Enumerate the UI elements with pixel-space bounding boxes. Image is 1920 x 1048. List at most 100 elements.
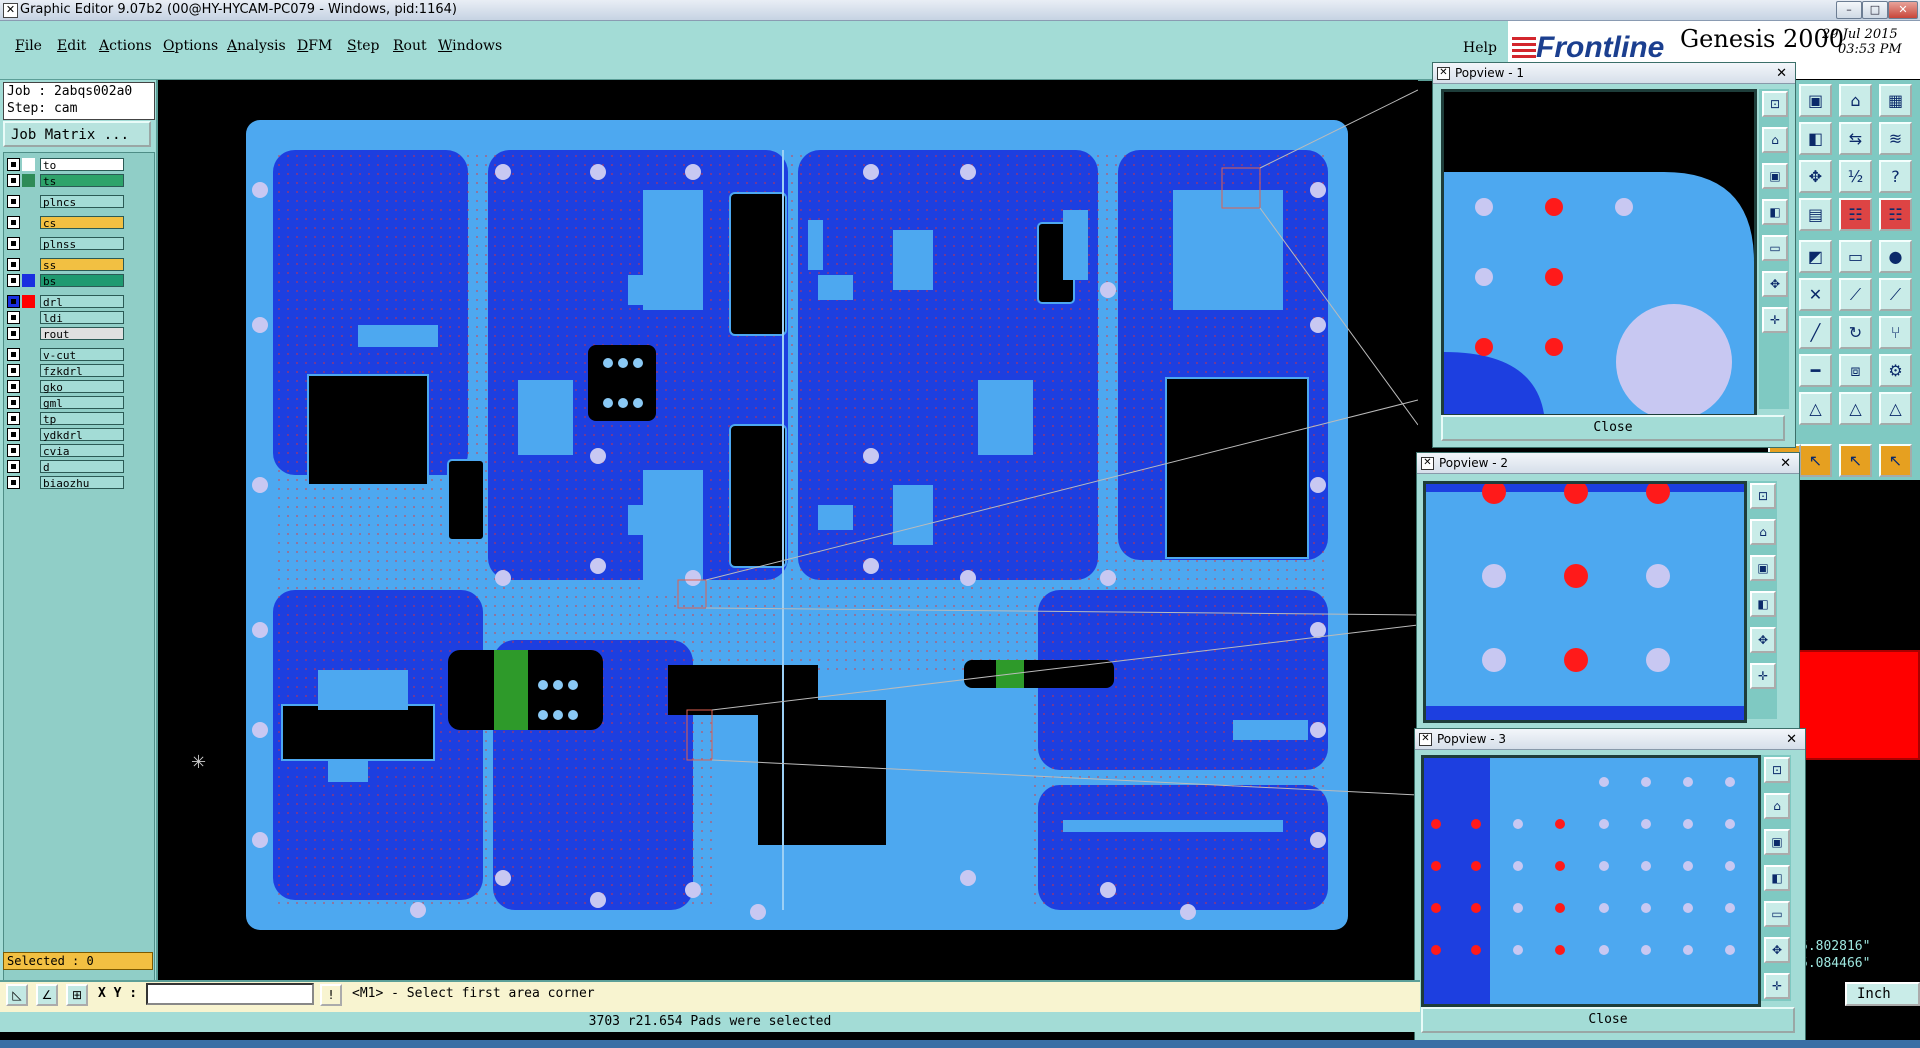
- layer-name[interactable]: fzkdrl: [40, 364, 124, 378]
- layer-name[interactable]: ydkdrl: [40, 428, 124, 442]
- popview-3-close-icon[interactable]: ✕: [1786, 730, 1797, 750]
- pointer-select-icon[interactable]: ↖: [1839, 444, 1872, 477]
- pan-icon[interactable]: ✥: [1799, 160, 1832, 193]
- layer-row[interactable]: d: [7, 460, 124, 474]
- layer-checkbox[interactable]: [7, 348, 20, 361]
- menu-step[interactable]: Step: [347, 38, 379, 54]
- layer-checkbox[interactable]: [7, 380, 20, 393]
- swap-icon[interactable]: ⇆: [1839, 122, 1872, 155]
- layer-row[interactable]: ss: [7, 258, 124, 272]
- layer-name[interactable]: cs: [40, 216, 124, 230]
- layer-row[interactable]: ydkdrl: [7, 428, 124, 442]
- snake-icon[interactable]: ≋: [1879, 122, 1912, 155]
- ruler-icon[interactable]: ▭: [1839, 240, 1872, 273]
- popview-1-view[interactable]: [1441, 89, 1757, 417]
- arc-icon[interactable]: ↻: [1839, 316, 1872, 349]
- circle-icon[interactable]: ●: [1879, 240, 1912, 273]
- layer-name[interactable]: ldi: [40, 311, 124, 325]
- layers-red2-icon[interactable]: ☷: [1879, 198, 1912, 231]
- layer-name[interactable]: gml: [40, 396, 124, 410]
- popview-3-view[interactable]: [1421, 755, 1761, 1007]
- layer-checkbox[interactable]: [7, 428, 20, 441]
- info-icon[interactable]: !: [320, 984, 342, 1006]
- center-icon[interactable]: ✛: [1762, 307, 1788, 333]
- layer-row[interactable]: plnss: [7, 237, 124, 251]
- minimize-button[interactable]: –: [1836, 1, 1862, 19]
- scale-icon[interactable]: ½: [1839, 160, 1872, 193]
- menu-analysis[interactable]: Analysis: [227, 38, 286, 54]
- zoom-window-icon[interactable]: ▣: [1750, 555, 1776, 581]
- maximize-button[interactable]: □: [1862, 1, 1888, 19]
- layer-row[interactable]: cs: [7, 216, 124, 230]
- cross-icon[interactable]: ✕: [1799, 278, 1832, 311]
- measure-icon[interactable]: ◩: [1799, 240, 1832, 273]
- layer-name[interactable]: gko: [40, 380, 124, 394]
- layer-color-swatch[interactable]: [22, 158, 35, 171]
- layer-row[interactable]: gko: [7, 380, 124, 394]
- layer-name[interactable]: d: [40, 460, 124, 474]
- layer-name[interactable]: bs: [40, 274, 124, 288]
- layer-name[interactable]: plncs: [40, 195, 124, 209]
- zoom-home-icon[interactable]: ⌂: [1762, 127, 1788, 153]
- triangle-icon[interactable]: △: [1799, 392, 1832, 425]
- layer-row[interactable]: drl: [7, 295, 124, 309]
- zoom-home-icon[interactable]: ⌂: [1764, 793, 1790, 819]
- layer-checkbox[interactable]: [7, 295, 20, 308]
- zoom-box-icon[interactable]: ◧: [1764, 865, 1790, 891]
- popview-3-close-button[interactable]: Close: [1421, 1007, 1795, 1033]
- layer-name[interactable]: ss: [40, 258, 124, 272]
- layer-name[interactable]: tp: [40, 412, 124, 426]
- menu-edit[interactable]: Edit: [57, 38, 86, 54]
- layers-red-icon[interactable]: ☷: [1839, 198, 1872, 231]
- layer-checkbox[interactable]: [7, 174, 20, 187]
- zoom-fit-icon[interactable]: ⊡: [1750, 483, 1776, 509]
- screen-icon[interactable]: ▣: [1799, 84, 1832, 117]
- menu-windows[interactable]: Windows: [438, 38, 502, 54]
- close-window-button[interactable]: ✕: [1888, 1, 1918, 19]
- pan-arrows-icon[interactable]: ✥: [1764, 937, 1790, 963]
- menu-file[interactable]: File: [15, 38, 42, 54]
- layer-row[interactable]: to: [7, 158, 124, 172]
- job-matrix-button[interactable]: Job Matrix ...: [3, 121, 151, 147]
- layer-color-swatch[interactable]: [22, 274, 35, 287]
- layer-row[interactable]: bs: [7, 274, 124, 288]
- layer-row[interactable]: ldi: [7, 311, 124, 325]
- zoom-fit-icon[interactable]: ⊡: [1762, 91, 1788, 117]
- layer-name[interactable]: cvia: [40, 444, 124, 458]
- zoom-box-icon[interactable]: ◧: [1762, 199, 1788, 225]
- layer-name[interactable]: rout: [40, 327, 124, 341]
- table-icon[interactable]: ▤: [1799, 198, 1832, 231]
- pcb-view[interactable]: ✳: [158, 80, 1419, 980]
- layer-checkbox[interactable]: [7, 460, 20, 473]
- pointer-icon[interactable]: ↖: [1799, 444, 1832, 477]
- layer-name[interactable]: plnss: [40, 237, 124, 251]
- menu-actions[interactable]: Actions: [99, 38, 152, 54]
- layer-color-swatch[interactable]: [22, 174, 35, 187]
- zoom-box-icon[interactable]: ◧: [1750, 591, 1776, 617]
- layer-row[interactable]: tp: [7, 412, 124, 426]
- layer-checkbox[interactable]: [7, 396, 20, 409]
- center-icon[interactable]: ✛: [1750, 663, 1776, 689]
- layer-name[interactable]: to: [40, 158, 124, 172]
- layer-color-swatch[interactable]: [22, 295, 35, 308]
- bracket-icon[interactable]: ⧈: [1839, 354, 1872, 387]
- layer-checkbox[interactable]: [7, 216, 20, 229]
- line-icon[interactable]: ╱: [1799, 316, 1832, 349]
- xy-input[interactable]: [146, 983, 314, 1005]
- layer-row[interactable]: gml: [7, 396, 124, 410]
- menu-rout[interactable]: Rout: [393, 38, 427, 54]
- layer-checkbox[interactable]: [7, 274, 20, 287]
- layer-checkbox[interactable]: [7, 327, 20, 340]
- layer-checkbox[interactable]: [7, 258, 20, 271]
- layer-checkbox[interactable]: [7, 476, 20, 489]
- link-icon[interactable]: ⟋: [1879, 278, 1912, 311]
- gear-icon[interactable]: ⚙: [1879, 354, 1912, 387]
- layer-row[interactable]: ts: [7, 174, 124, 188]
- layer-name[interactable]: drl: [40, 295, 124, 309]
- zoom-home-icon[interactable]: ⌂: [1750, 519, 1776, 545]
- zoom-window-icon[interactable]: ▣: [1762, 163, 1788, 189]
- center-icon[interactable]: ✛: [1764, 973, 1790, 999]
- units-dropdown[interactable]: Inch: [1845, 982, 1920, 1006]
- layer-checkbox[interactable]: [7, 364, 20, 377]
- layer-row[interactable]: rout: [7, 327, 124, 341]
